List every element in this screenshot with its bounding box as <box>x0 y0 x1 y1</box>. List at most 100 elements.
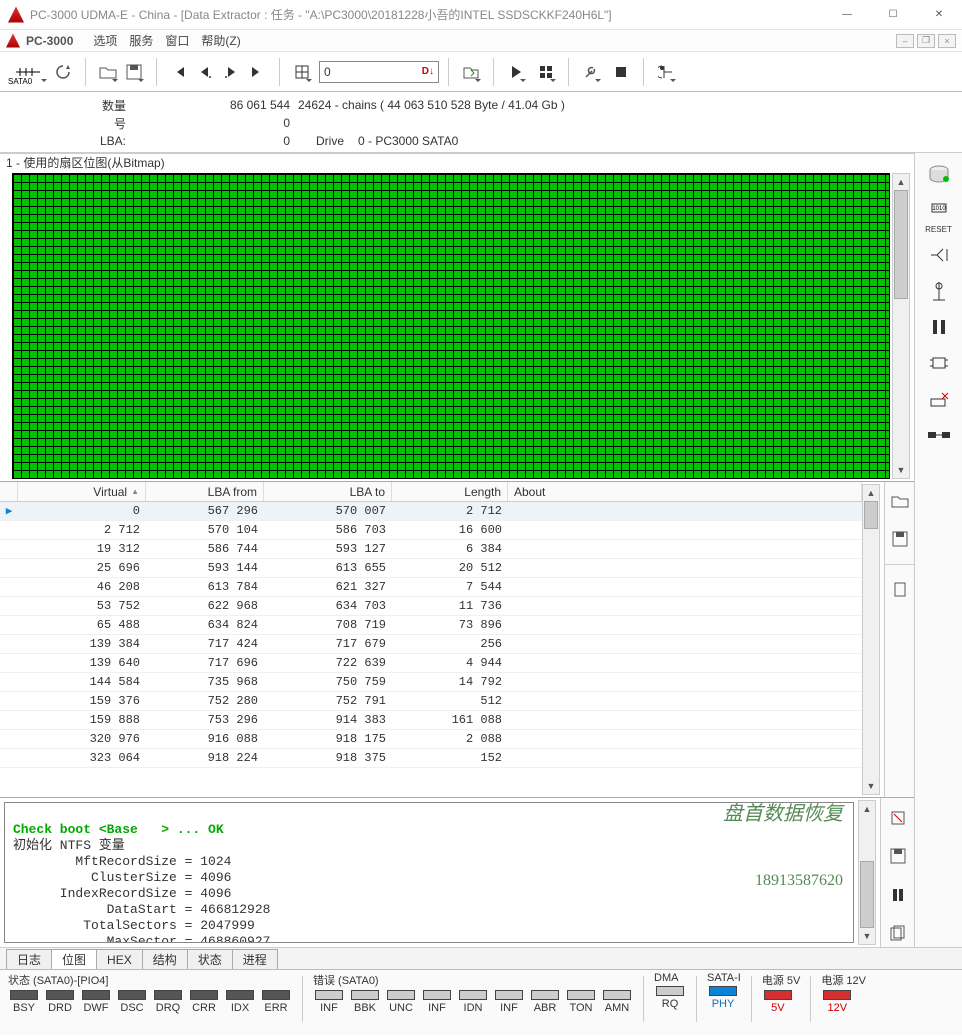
port-button[interactable]: SATA0 <box>6 58 50 86</box>
scroll-down-icon[interactable]: ▼ <box>863 778 879 794</box>
sidebar-pause-icon[interactable] <box>924 312 954 342</box>
tools-button[interactable] <box>578 58 604 86</box>
table-row[interactable]: 53 752 622 968 634 703 11 736 <box>0 597 862 616</box>
mdi-close-button[interactable]: × <box>938 34 956 48</box>
window-titlebar: PC-3000 UDMA-E - China - [Data Extractor… <box>0 0 962 30</box>
status-led-amn: AMN <box>601 990 633 1014</box>
col-virtual[interactable]: Virtual▲ <box>18 482 146 501</box>
sidebar-reset-icon[interactable]: 1010 <box>924 195 954 225</box>
grid-scrollbar[interactable]: ▲ ▼ <box>862 484 880 795</box>
menu-window[interactable]: 窗口 <box>159 32 195 49</box>
cell-lbato: 750 759 <box>264 675 392 689</box>
sidebar-eject-icon[interactable] <box>924 384 954 414</box>
table-row[interactable]: 159 888 753 296 914 383 161 088 <box>0 711 862 730</box>
bitmap-pane: ▲ ▼ <box>0 171 914 481</box>
menu-options[interactable]: 选项 <box>87 32 123 49</box>
table-row[interactable]: 159 376 752 280 752 791 512 <box>0 692 862 711</box>
maximize-button[interactable]: ☐ <box>870 0 916 30</box>
nav-next-button[interactable] <box>218 58 244 86</box>
minimize-button[interactable]: — <box>824 0 870 30</box>
col-lbato[interactable]: LBA to <box>264 482 392 501</box>
tab-1[interactable]: 位图 <box>51 949 97 969</box>
table-row[interactable]: 65 488 634 824 708 719 73 896 <box>0 616 862 635</box>
tab-2[interactable]: HEX <box>96 949 143 969</box>
nav-first-button[interactable] <box>166 58 192 86</box>
grid-rows[interactable]: ▶ 0 567 296 570 007 2 712 2 712 570 104 … <box>0 502 862 797</box>
console-copy-icon[interactable] <box>883 919 913 947</box>
scroll-up-icon[interactable]: ▲ <box>859 801 875 817</box>
nav-prev-button[interactable] <box>192 58 218 86</box>
status-led-12v: 12V <box>821 990 853 1014</box>
table-row[interactable]: 139 384 717 424 717 679 256 <box>0 635 862 654</box>
scroll-up-icon[interactable]: ▲ <box>863 485 879 501</box>
grid-button[interactable] <box>289 58 315 86</box>
open-button[interactable] <box>95 58 121 86</box>
scroll-down-icon[interactable]: ▼ <box>859 928 875 944</box>
play-button[interactable] <box>503 58 529 86</box>
console-save-icon[interactable] <box>883 842 913 870</box>
menubar: PC-3000 选项 服务 窗口 帮助(Z) – ❐ × <box>0 30 962 52</box>
menu-services[interactable]: 服务 <box>123 32 159 49</box>
cell-virtual: 320 976 <box>18 732 146 746</box>
sidebar-probe-icon[interactable] <box>924 276 954 306</box>
sidebar-drive-icon[interactable] <box>924 159 954 189</box>
exit-button[interactable] <box>653 58 679 86</box>
col-lbafrom[interactable]: LBA from <box>146 482 264 501</box>
console-scrollbar[interactable]: ▲ ▼ <box>858 800 876 945</box>
table-row[interactable]: 2 712 570 104 586 703 16 600 <box>0 521 862 540</box>
refresh-button[interactable] <box>50 58 76 86</box>
status-group-title: SATA-I <box>703 972 745 986</box>
cell-lbato: 717 679 <box>264 637 392 651</box>
cell-lbafrom: 567 296 <box>146 504 264 518</box>
sidebar-step-icon[interactable] <box>924 240 954 270</box>
menu-help[interactable]: 帮助(Z) <box>195 32 246 49</box>
table-row[interactable]: 320 976 916 088 918 175 2 088 <box>0 730 862 749</box>
grid-save-icon[interactable] <box>885 524 915 554</box>
svg-text:1010: 1010 <box>932 206 946 212</box>
save-button[interactable] <box>121 58 147 86</box>
tab-0[interactable]: 日志 <box>6 949 52 969</box>
sidebar-chip-icon[interactable] <box>924 348 954 378</box>
table-row[interactable]: 139 640 717 696 722 639 4 944 <box>0 654 862 673</box>
sidebar-connect-icon[interactable] <box>924 420 954 450</box>
table-row[interactable]: 323 064 918 224 918 375 152 <box>0 749 862 768</box>
export-button[interactable] <box>458 58 484 86</box>
table-row[interactable]: ▶ 0 567 296 570 007 2 712 <box>0 502 862 521</box>
cell-lbato: 586 703 <box>264 523 392 537</box>
table-row[interactable]: 25 696 593 144 613 655 20 512 <box>0 559 862 578</box>
console-pause-icon[interactable] <box>883 881 913 909</box>
view-grid-button[interactable] <box>533 58 559 86</box>
console-clear-icon[interactable] <box>883 804 913 832</box>
scroll-up-icon[interactable]: ▲ <box>893 174 909 190</box>
mdi-restore-button[interactable]: ❐ <box>917 34 935 48</box>
tab-4[interactable]: 状态 <box>187 949 233 969</box>
bitmap-canvas[interactable] <box>12 173 890 479</box>
status-led-abr: ABR <box>529 990 561 1014</box>
address-input[interactable]: 0 D↓ <box>319 61 439 83</box>
console-output[interactable]: Check boot <Base > ... OK 初始化 NTFS 变量 Mf… <box>4 802 854 943</box>
grid-open-icon[interactable] <box>885 486 915 516</box>
stop-button[interactable] <box>608 58 634 86</box>
table-row[interactable]: 19 312 586 744 593 127 6 384 <box>0 540 862 559</box>
scroll-down-icon[interactable]: ▼ <box>893 462 909 478</box>
status-group-g6: 电源 12V12V <box>817 972 870 1014</box>
nav-last-button[interactable] <box>244 58 270 86</box>
info-lba-label: LBA: <box>0 134 130 148</box>
bitmap-scrollbar[interactable]: ▲ ▼ <box>892 173 910 479</box>
cell-length: 7 544 <box>392 580 508 594</box>
cell-length: 11 736 <box>392 599 508 613</box>
col-length[interactable]: Length <box>392 482 508 501</box>
cell-lbafrom: 613 784 <box>146 580 264 594</box>
table-row[interactable]: 144 584 735 968 750 759 14 792 <box>0 673 862 692</box>
cell-lbafrom: 916 088 <box>146 732 264 746</box>
status-led-inf: INF <box>313 990 345 1014</box>
close-button[interactable]: ✕ <box>916 0 962 30</box>
tab-3[interactable]: 结构 <box>142 949 188 969</box>
cell-virtual: 46 208 <box>18 580 146 594</box>
mdi-minimize-button[interactable]: – <box>896 34 914 48</box>
cell-length: 2 088 <box>392 732 508 746</box>
tab-5[interactable]: 进程 <box>232 949 278 969</box>
table-row[interactable]: 46 208 613 784 621 327 7 544 <box>0 578 862 597</box>
col-about[interactable]: About <box>508 482 862 501</box>
grid-copy-icon[interactable] <box>885 575 915 605</box>
